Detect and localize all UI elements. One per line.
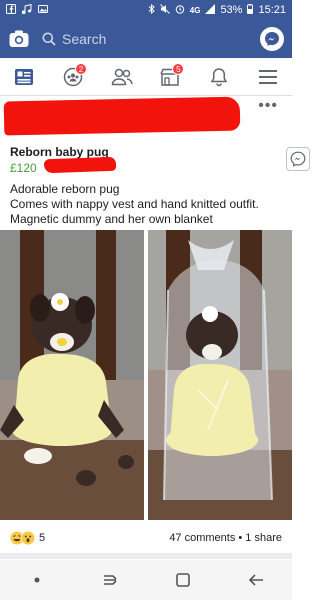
redaction-mark <box>3 96 241 136</box>
wow-reaction-icon <box>21 531 35 545</box>
alarm-icon <box>175 4 185 17</box>
listing-photo-1[interactable] <box>0 230 144 520</box>
overview-icon <box>175 573 190 587</box>
overview-button[interactable] <box>163 565 203 595</box>
listing-photo-2[interactable] <box>148 230 292 520</box>
menu-icon <box>258 69 277 84</box>
tab-menu[interactable] <box>248 61 288 93</box>
description-line: Magnetic dummy and her own blanket <box>10 212 213 226</box>
battery-percent: 53% <box>220 4 243 16</box>
marketplace-badge: 5 <box>172 62 185 75</box>
search-icon <box>42 32 56 46</box>
bluetooth-icon <box>148 3 155 17</box>
clock: 15:21 <box>258 4 286 16</box>
main-tab-bar: 2 5 <box>0 58 292 96</box>
message-seller-button[interactable] <box>286 147 310 171</box>
signal-icon <box>205 3 216 17</box>
messenger-icon <box>290 151 306 167</box>
camera-icon <box>9 30 29 47</box>
tab-notifications[interactable] <box>199 61 239 93</box>
status-right-icons: 4G 53% 15:21 <box>148 3 286 17</box>
listing-price: £120 <box>10 161 37 175</box>
search-input[interactable]: Search <box>42 26 238 52</box>
gallery-icon <box>38 4 48 17</box>
recents-button[interactable] <box>90 565 130 595</box>
android-navigation-bar <box>0 560 292 600</box>
groups-badge: 2 <box>74 62 87 75</box>
description-line: Comes with nappy vest and hand knitted o… <box>10 197 259 211</box>
music-icon <box>21 3 32 17</box>
network-type-label: 4G <box>189 5 201 15</box>
back-icon <box>248 574 263 586</box>
top-search-bar: Search <box>0 20 292 58</box>
post-footer: 5 47 comments • 1 share <box>0 527 292 549</box>
section-divider <box>0 553 292 559</box>
messenger-icon <box>265 32 279 46</box>
mute-icon <box>159 3 170 17</box>
more-options-button[interactable]: ••• <box>258 97 278 115</box>
news-feed-icon <box>15 68 34 85</box>
status-left-icons <box>6 3 48 17</box>
notifications-icon <box>210 67 228 86</box>
reaction-count: 5 <box>39 532 46 544</box>
battery-icon <box>247 3 254 17</box>
seller-header: ••• <box>0 96 292 137</box>
facebook-icon <box>6 3 16 17</box>
tab-marketplace[interactable]: 5 <box>150 61 190 93</box>
messenger-button[interactable] <box>260 27 284 51</box>
back-button[interactable] <box>236 565 276 595</box>
friends-icon <box>111 68 133 85</box>
description-line: Adorable reborn pug <box>10 182 120 196</box>
redaction-mark <box>43 156 117 174</box>
comments-shares-count[interactable]: 47 comments • 1 share <box>169 532 282 544</box>
camera-button[interactable] <box>8 28 30 50</box>
status-bar: 4G 53% 15:21 <box>0 0 292 20</box>
recents-icon <box>103 575 117 585</box>
home-dot-icon <box>34 577 39 583</box>
listing-description: Adorable reborn pug Comes with nappy ves… <box>10 182 286 227</box>
tab-news-feed[interactable] <box>4 61 44 93</box>
reactions-summary[interactable]: 5 <box>10 531 45 545</box>
tab-friends[interactable] <box>102 61 142 93</box>
tab-groups[interactable]: 2 <box>53 61 93 93</box>
search-placeholder: Search <box>62 31 107 47</box>
home-dot-button[interactable] <box>17 565 57 595</box>
